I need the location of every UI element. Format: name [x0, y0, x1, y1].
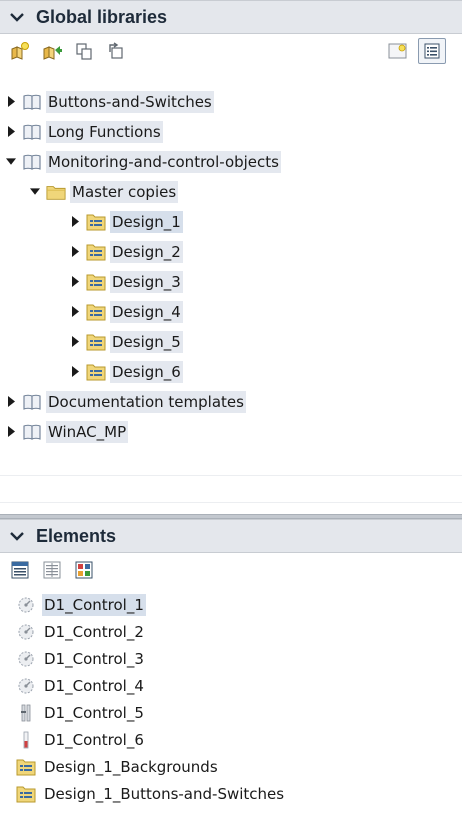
details-view-icon[interactable]	[8, 558, 32, 582]
tree-item[interactable]: Design_4	[0, 298, 462, 325]
tree-item-label: Buttons-and-Switches	[46, 90, 214, 113]
list-item-label: D1_Control_1	[42, 593, 146, 616]
control-icon	[16, 676, 36, 696]
list-item-label: Design_1_Backgrounds	[44, 757, 218, 776]
control-icon	[16, 622, 36, 642]
tree-item-label: Design_4	[110, 300, 183, 323]
list-item-label: D1_Control_6	[44, 730, 144, 749]
design-folder-icon	[86, 302, 106, 322]
tree-item[interactable]: WinAC_MP	[0, 418, 462, 445]
design-folder-icon	[86, 362, 106, 382]
list-item[interactable]: Design_1_Backgrounds	[0, 753, 462, 780]
list-item[interactable]: D1_Control_2	[0, 618, 462, 645]
tree-item[interactable]: Buttons-and-Switches	[0, 88, 462, 115]
new-type-icon[interactable]	[386, 39, 410, 63]
design-folder-icon	[16, 757, 36, 777]
list-item[interactable]: D1_Control_3	[0, 645, 462, 672]
list-item[interactable]: D1_Control_4	[0, 672, 462, 699]
tree-item-label: Design_6	[110, 360, 183, 383]
book-icon	[22, 92, 42, 112]
expand-triangle-right-icon[interactable]	[70, 276, 80, 288]
tree-item-label: Design_2	[110, 240, 183, 263]
libraries-toolbar	[0, 34, 462, 68]
list-view-icon[interactable]	[40, 558, 64, 582]
design-folder-icon	[86, 332, 106, 352]
expand-triangle-right-icon[interactable]	[70, 306, 80, 318]
elements-title: Elements	[36, 525, 117, 546]
list-item[interactable]: D1_Control_6	[0, 726, 462, 753]
new-library-icon[interactable]	[8, 39, 32, 63]
control-icon	[16, 649, 36, 669]
overview-icon[interactable]	[72, 558, 96, 582]
open-library-icon[interactable]	[40, 39, 64, 63]
tree-item[interactable]: Monitoring-and-control-objects	[0, 148, 462, 175]
update-icon[interactable]	[104, 39, 128, 63]
folder-icon	[46, 182, 66, 202]
tree-item[interactable]: Design_5	[0, 328, 462, 355]
book-icon	[22, 152, 42, 172]
bar-control-icon	[16, 730, 36, 750]
tree-item-label: Design_3	[110, 270, 183, 293]
expand-triangle-right-icon[interactable]	[70, 246, 80, 258]
tree-item[interactable]: Design_6	[0, 358, 462, 385]
empty-row	[0, 448, 462, 476]
tree-item-label: Long Functions	[46, 120, 163, 143]
list-item-label: D1_Control_3	[44, 649, 144, 668]
details-view-icon[interactable]	[418, 38, 446, 64]
book-icon	[22, 122, 42, 142]
expand-triangle-right-icon[interactable]	[70, 216, 80, 228]
list-item-label: D1_Control_4	[44, 676, 144, 695]
slider-control-icon	[16, 703, 36, 723]
list-item[interactable]: Design_1_Buttons-and-Switches	[0, 780, 462, 807]
tree-item[interactable]: Design_3	[0, 268, 462, 295]
tree-item[interactable]: Design_1	[0, 208, 462, 235]
expand-triangle-down-icon[interactable]	[6, 156, 16, 168]
tree-item[interactable]: Documentation templates	[0, 388, 462, 415]
list-item-label: D1_Control_2	[44, 622, 144, 641]
global-libraries-title: Global libraries	[36, 6, 168, 27]
expand-triangle-down-icon[interactable]	[30, 186, 40, 198]
elements-toolbar	[0, 553, 462, 587]
book-icon	[22, 422, 42, 442]
design-folder-icon	[16, 784, 36, 804]
expand-triangle-right-icon[interactable]	[70, 336, 80, 348]
chevron-down-icon[interactable]	[8, 527, 26, 545]
list-item-label: Design_1_Buttons-and-Switches	[44, 784, 285, 803]
tree-item[interactable]: Design_2	[0, 238, 462, 265]
design-folder-icon	[86, 242, 106, 262]
expand-triangle-right-icon[interactable]	[6, 396, 16, 408]
list-item[interactable]: D1_Control_1	[0, 591, 462, 618]
expand-triangle-right-icon[interactable]	[6, 426, 16, 438]
control-icon	[16, 595, 36, 615]
copy-icon[interactable]	[72, 39, 96, 63]
chevron-down-icon[interactable]	[8, 8, 26, 26]
tree-item-label: Documentation templates	[46, 390, 246, 413]
expand-triangle-right-icon[interactable]	[6, 96, 16, 108]
expand-triangle-right-icon[interactable]	[6, 126, 16, 138]
elements-header: Elements	[0, 519, 462, 553]
tree-item-label: Design_1	[110, 210, 183, 233]
design-folder-icon	[86, 212, 106, 232]
list-item-label: D1_Control_5	[44, 703, 144, 722]
tree-item-label: Design_5	[110, 330, 183, 353]
tree-item[interactable]: Master copies	[0, 178, 462, 205]
design-folder-icon	[86, 272, 106, 292]
tree-item-label: WinAC_MP	[46, 420, 129, 443]
tree-item-label: Master copies	[70, 180, 179, 203]
tree-item[interactable]: Long Functions	[0, 118, 462, 145]
book-icon	[22, 392, 42, 412]
list-item[interactable]: D1_Control_5	[0, 699, 462, 726]
expand-triangle-right-icon[interactable]	[70, 366, 80, 378]
empty-row	[0, 475, 462, 503]
tree-item-label: Monitoring-and-control-objects	[46, 150, 281, 173]
global-libraries-header: Global libraries	[0, 0, 462, 34]
